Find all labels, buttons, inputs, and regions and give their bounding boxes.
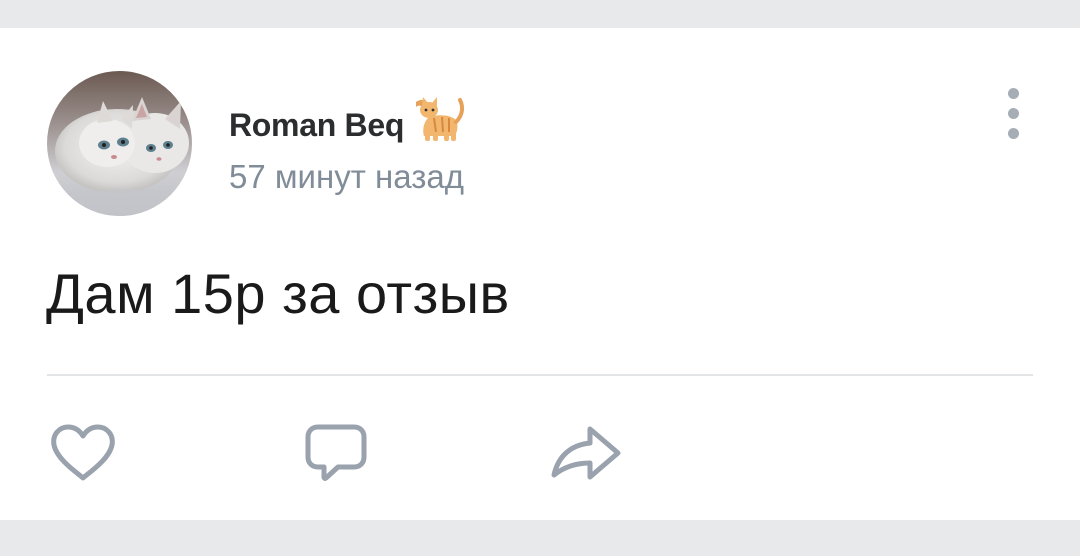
post-text: Дам 15р за отзыв: [46, 262, 510, 325]
cat-emoji-icon: [412, 96, 466, 150]
more-dot: [1008, 88, 1019, 99]
comment-icon: [305, 424, 367, 481]
post-timestamp[interactable]: 57 минут назад: [229, 158, 464, 196]
comment-button[interactable]: [298, 420, 374, 486]
post-card: Roman Beq 57 минут назад Дам 15р за отзы…: [0, 28, 1080, 520]
more-dot: [1008, 108, 1019, 119]
heart-icon: [51, 424, 115, 481]
more-vertical-icon[interactable]: [996, 86, 1032, 142]
author-name-text: Roman Beq: [229, 107, 405, 143]
like-button[interactable]: [45, 420, 121, 486]
share-button[interactable]: [548, 420, 624, 486]
more-dot: [1008, 128, 1019, 139]
author-name[interactable]: Roman Beq: [229, 96, 466, 150]
share-icon: [551, 426, 621, 480]
avatar[interactable]: [47, 71, 192, 216]
cat-photo-avatar: [47, 71, 192, 216]
divider: [47, 374, 1033, 376]
